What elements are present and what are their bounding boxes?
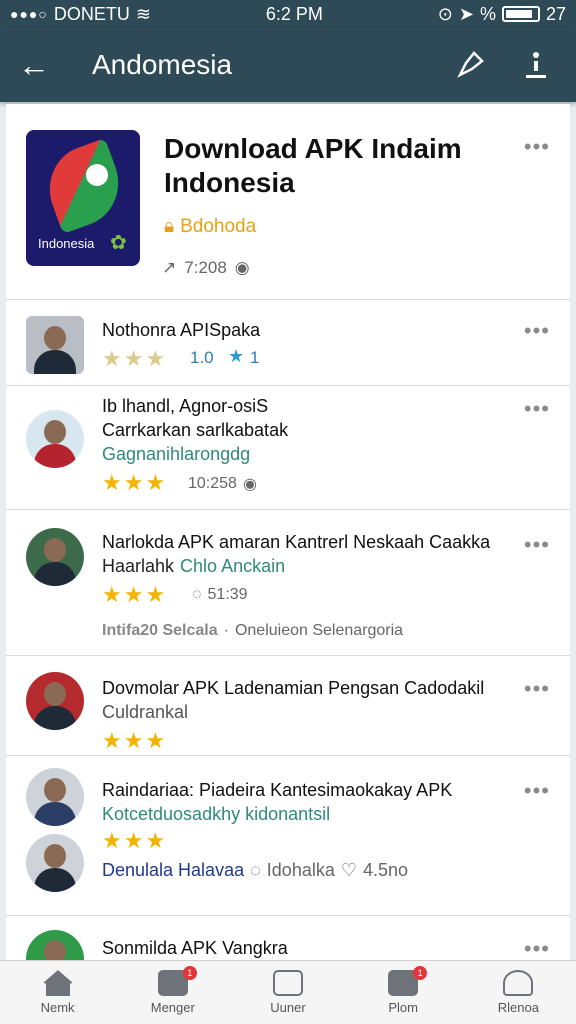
nav-profile[interactable]: Rlenoa (468, 970, 568, 1015)
avatar (26, 410, 84, 468)
share-icon[interactable] (514, 43, 558, 87)
status-bar: ●●●○ DONETU ≋ 6:2 PM ⊙ ➤ % 27 (0, 0, 576, 28)
item-link[interactable]: Gagnanihlarongdg (102, 444, 250, 465)
list-item[interactable]: Nothonra APISpaka ★★★ 1.0 ★ 1 ••• (6, 300, 570, 386)
footer-left: Intifa20 Selcala (102, 622, 218, 639)
back-arrow-icon[interactable]: ← (18, 47, 58, 84)
avatar (26, 930, 84, 960)
nav-home[interactable]: Nemk (8, 970, 108, 1015)
notification-badge: 1 (413, 966, 428, 980)
content-list: Indonesia ✿ Download APK Indaim Indonesi… (6, 104, 570, 960)
item-link[interactable]: Kotcetduosadkhy kidonantsil (102, 804, 330, 825)
clock: 6:2 PM (265, 3, 323, 24)
item-title: Ib lhandl, Agnor-osiS (102, 396, 269, 416)
signal-dots-icon: ●●●○ (10, 6, 48, 22)
avatar (26, 316, 84, 374)
more-options-icon[interactable]: ••• (524, 532, 550, 558)
comment-icon: ◌ (192, 586, 202, 603)
more-options-icon[interactable]: ••• (524, 396, 550, 422)
app-header-card[interactable]: Indonesia ✿ Download APK Indaim Indonesi… (6, 104, 570, 300)
profile-icon (503, 970, 534, 996)
alarm-icon: ⊙ (437, 3, 453, 24)
meta-row: 10:258 ◉ (188, 474, 257, 494)
star-icon: ★ (228, 346, 245, 366)
download-count: 7:208 (184, 258, 227, 277)
star-rating: ★★★ (102, 582, 168, 607)
home-icon (41, 970, 74, 984)
wifi-icon: ≋ (135, 3, 151, 24)
lock-icon: 🔒︎ (164, 216, 175, 237)
star-rating: ★★★ (102, 346, 168, 371)
item-link[interactable]: Chlo Anckain (180, 556, 285, 577)
more-options-icon[interactable]: ••• (524, 318, 550, 344)
list-item[interactable]: Sonmilda APK Vangkra ••• (6, 916, 570, 960)
heart-icon[interactable]: ♡ (341, 860, 357, 881)
rating-count: 1 (250, 348, 260, 367)
footer-right: 4.5no (363, 860, 409, 880)
info-icon: ◉ (242, 476, 257, 493)
item-title: Sonmilda APK Vangkra (102, 938, 288, 958)
more-options-icon[interactable]: ••• (524, 676, 550, 702)
star-rating: ★★★ (102, 828, 168, 853)
nav-pen[interactable]: 1 Plom (353, 966, 453, 1015)
more-options-icon[interactable]: ••• (524, 134, 550, 160)
more-options-icon[interactable]: ••• (524, 778, 550, 804)
notification-badge: 1 (182, 966, 197, 980)
screen-icon (272, 970, 303, 996)
footer-row: Denulala Halavaa ◌ Idohalka ♡ 4.5no (102, 860, 408, 881)
nav-screen[interactable]: Uuner (238, 970, 338, 1015)
app-bar: ← Andomesia (0, 28, 576, 102)
meta-value: 10:258 (188, 475, 237, 492)
carrier-name: DONETU (53, 3, 130, 24)
item-subtitle: Culdrankal (102, 702, 189, 722)
item-subtitle: Carrkarkan sarlkabatak (102, 420, 289, 440)
flower-icon: ✿ (110, 232, 127, 254)
battery-icon (501, 6, 540, 22)
avatar (26, 672, 84, 730)
star-rating: ★★★ (102, 728, 168, 753)
item-subtitle: Haarlahk (102, 556, 175, 576)
list-item[interactable]: Ib lhandl, Agnor-osiS Carrkarkan sarlkab… (6, 386, 570, 510)
nav-messenger[interactable]: 1 Menger (123, 966, 223, 1015)
avatar (26, 768, 84, 826)
developer-name: Bdohoda (180, 216, 257, 237)
comment-icon: ◌ (250, 860, 261, 880)
star-rating: ★★★ (102, 470, 168, 495)
map-pin-icon[interactable] (448, 43, 492, 87)
app-logo: Indonesia ✿ (26, 130, 140, 266)
item-title: Nothonra APISpaka (102, 320, 261, 340)
item-title: Narlokda APK amaran Kantrerl Neskaah Caa… (102, 532, 491, 552)
battery-level: 27 (545, 3, 566, 24)
meta-row: ◌ 51:39 (192, 586, 248, 604)
footer-row: Intifa20 Selcala · Oneluieon Selenargori… (102, 622, 404, 639)
footer-left[interactable]: Denulala Halavaa (102, 860, 244, 881)
avatar (26, 528, 84, 586)
item-subtitle-row: Haarlahk Chlo Anckain (102, 556, 285, 577)
bottom-navigation: Nemk 1 Menger Uuner 1 Plom Rlenoa (0, 960, 576, 1024)
location-icon: ➤ (458, 3, 474, 24)
meta-value: 51:39 (207, 586, 248, 603)
developer-row[interactable]: 🔒︎ Bdohoda (164, 216, 256, 238)
info-icon: ◉ (234, 258, 250, 277)
share-arrow-icon: ↗ (162, 258, 177, 277)
item-title: Dovmolar APK Ladenamian Pengsan Cadodaki… (102, 678, 485, 698)
data-icon: % (479, 3, 496, 24)
footer-mid: Idohalka (266, 860, 335, 880)
list-item[interactable]: Dovmolar APK Ladenamian Pengsan Cadodaki… (6, 656, 570, 756)
avatar (26, 834, 84, 892)
item-title: Raindariaa: Piadeira Kantesimaokakay APK (102, 780, 453, 800)
rating-value: 1.0 (190, 348, 214, 367)
app-name: Download APK Indaim Indonesia (164, 133, 462, 198)
more-options-icon[interactable]: ••• (524, 936, 550, 960)
footer-right: Oneluieon Selenargoria (234, 622, 404, 639)
page-title: Andomesia (92, 49, 233, 80)
stat-row: ↗ 7:208 ◉ (162, 258, 250, 278)
list-item[interactable]: Raindariaa: Piadeira Kantesimaokakay APK… (6, 756, 570, 916)
list-item[interactable]: Narlokda APK amaran Kantrerl Neskaah Caa… (6, 510, 570, 656)
